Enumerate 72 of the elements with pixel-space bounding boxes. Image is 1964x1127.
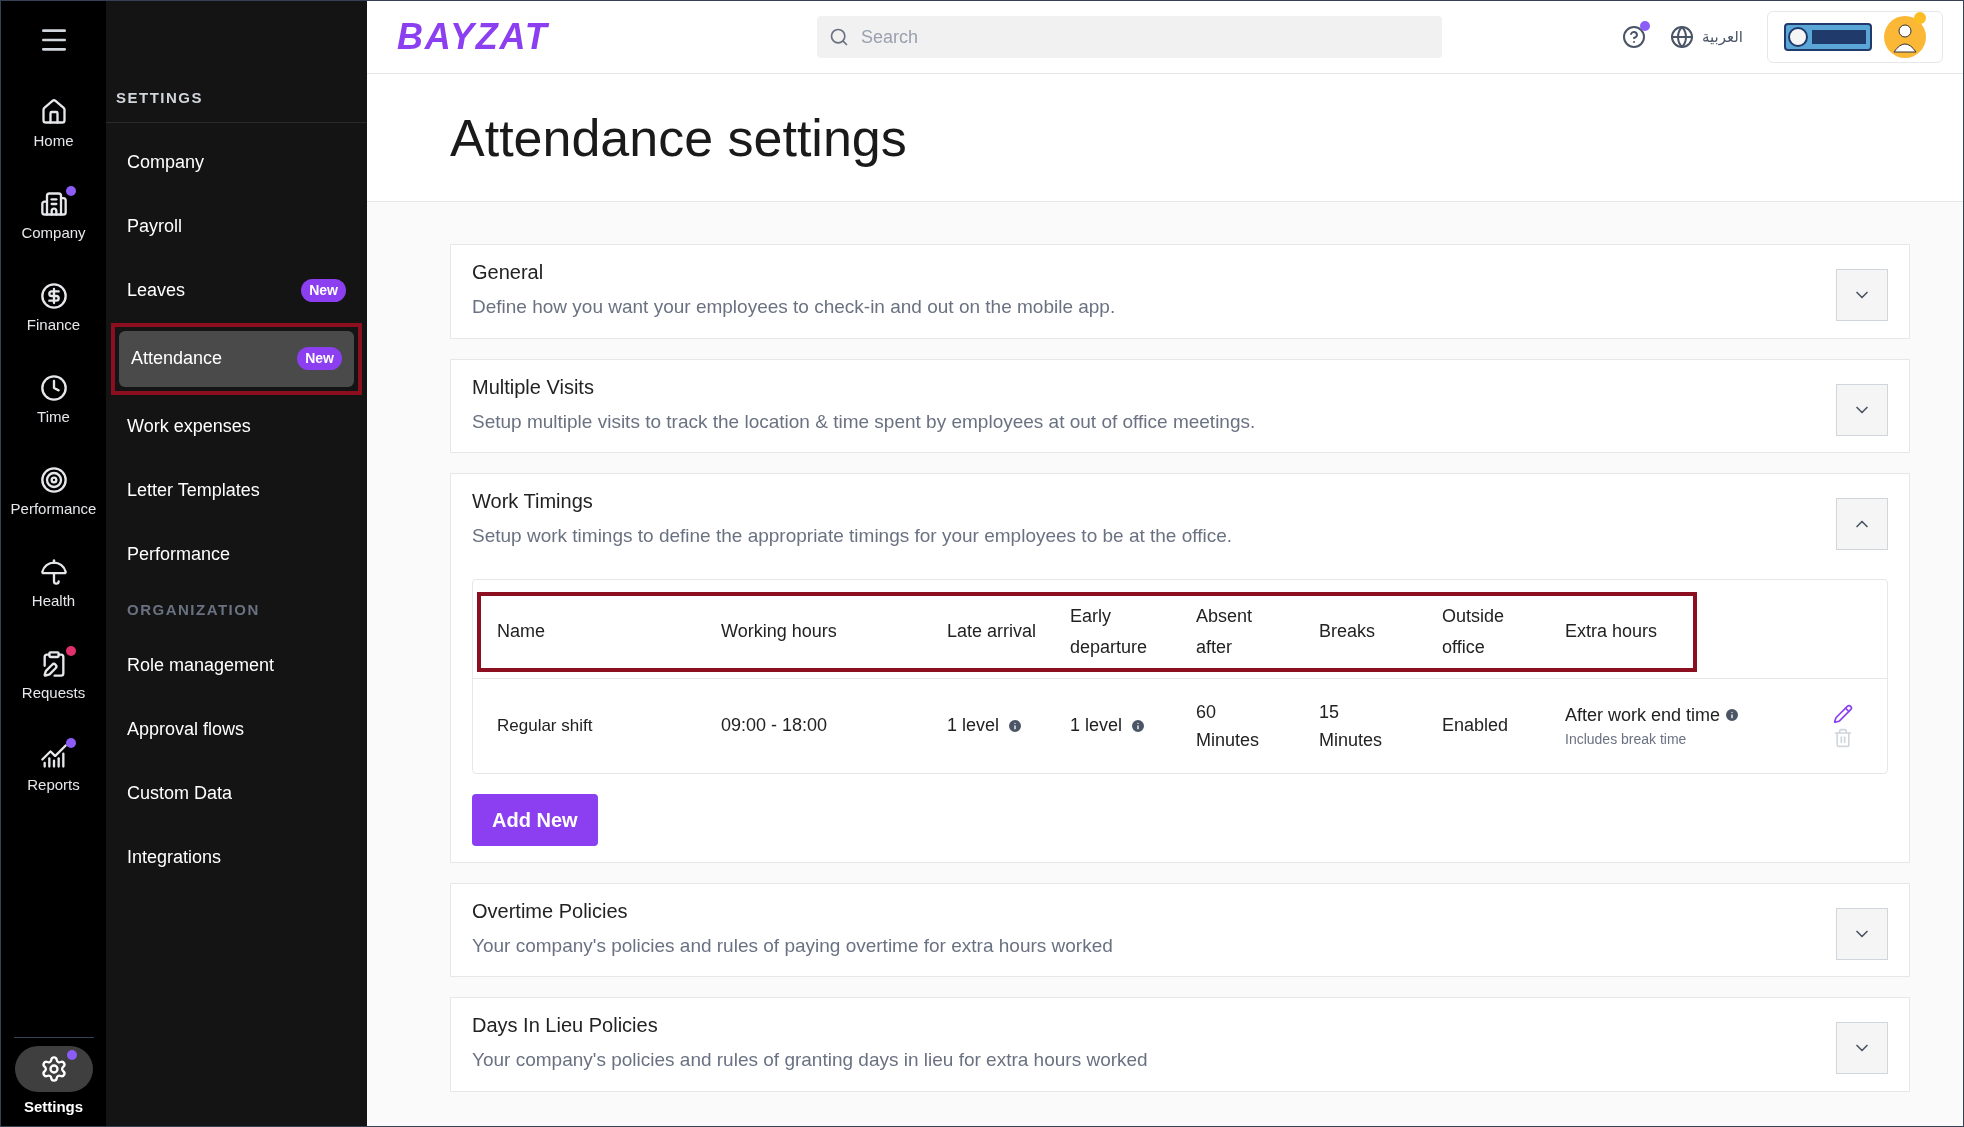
table-cell-text: 1 level bbox=[947, 714, 1000, 737]
new-badge: New bbox=[297, 347, 342, 370]
card-title: Multiple Visits bbox=[472, 374, 595, 400]
rail-item[interactable]: Requests bbox=[1, 631, 106, 723]
logo: BAYZAT bbox=[397, 15, 551, 59]
column-header: Breaks bbox=[1319, 620, 1377, 643]
column-header: Outside office bbox=[1442, 604, 1506, 659]
rail-item[interactable]: Performance bbox=[1, 447, 106, 539]
card-description: Your company's policies and rules of granting days in lieu for extra hours worked bbox=[472, 1048, 1148, 1072]
dollar-icon bbox=[39, 281, 68, 310]
card-description: Your company's policies and rules of paying overtime for extra hours worked bbox=[472, 933, 1113, 958]
card-title: Overtime Policies bbox=[472, 898, 629, 924]
card-title: Work Timings bbox=[472, 489, 594, 514]
sidebar-item[interactable]: Work expenses bbox=[115, 398, 358, 455]
rail-item[interactable]: Finance bbox=[1, 263, 106, 355]
column-header: Absent after bbox=[1196, 604, 1254, 659]
rail-item[interactable]: Reports bbox=[1, 723, 106, 815]
table-cell-text: After work end time bbox=[1565, 703, 1721, 727]
globe-icon bbox=[1670, 25, 1694, 49]
account-card[interactable] bbox=[1767, 11, 1943, 63]
umbrella-icon bbox=[39, 557, 68, 586]
clock-icon bbox=[39, 373, 68, 402]
column-header: Extra hours bbox=[1565, 620, 1659, 643]
new-badge: New bbox=[301, 279, 346, 302]
rail-item[interactable]: Health bbox=[1, 539, 106, 631]
sidebar-item[interactable]: Attendance New bbox=[119, 330, 354, 387]
column-header: Late arrival bbox=[947, 620, 1038, 643]
info-icon[interactable] bbox=[1007, 717, 1024, 734]
card-description: Setup multiple visits to track the location & time spent by employees at out of office meetings. bbox=[472, 409, 1256, 434]
table-cell-text: 1 level bbox=[1070, 714, 1123, 737]
language-link[interactable]: العربية bbox=[1702, 25, 1743, 49]
sidebar-item[interactable]: Performance bbox=[115, 526, 358, 583]
table-cell-text: Regular shift bbox=[497, 714, 594, 737]
target-icon bbox=[39, 465, 68, 494]
building-icon bbox=[39, 189, 68, 218]
sidebar-heading: ORGANIZATION bbox=[126, 599, 261, 620]
page-title: Attendance settings bbox=[450, 107, 907, 169]
rail-item[interactable]: Time bbox=[1, 355, 106, 447]
sidebar-item[interactable]: Leaves New bbox=[115, 262, 358, 319]
card-description: Setup work timings to define the appropriate timings for your employees to be at the office. bbox=[472, 524, 1233, 548]
chart-icon bbox=[39, 741, 68, 770]
card-title: Days In Lieu Policies bbox=[472, 1013, 659, 1038]
sidebar-item[interactable]: Payroll bbox=[115, 198, 358, 255]
sidebar-item[interactable]: Approval flows bbox=[115, 701, 358, 757]
sidebar-item[interactable]: Custom Data bbox=[115, 765, 358, 821]
settings-icon bbox=[39, 1054, 68, 1083]
info-icon[interactable] bbox=[1724, 707, 1741, 723]
rail-item[interactable]: Home bbox=[1, 79, 106, 171]
search-field[interactable]: Search bbox=[817, 16, 1442, 58]
sidebar-item[interactable]: Letter Templates bbox=[115, 462, 358, 519]
rail-item[interactable]: Company bbox=[1, 171, 106, 263]
table-cell-text: 15 Minutes bbox=[1319, 700, 1384, 752]
card-description: Define how you want your employees to check-in and out on the mobile app. bbox=[472, 295, 1116, 319]
add-new-button[interactable]: Add New bbox=[472, 793, 598, 846]
column-header: Early departure bbox=[1070, 604, 1149, 659]
card-title: General bbox=[472, 260, 545, 285]
house-icon bbox=[39, 97, 68, 126]
sidebar-item[interactable]: Role management bbox=[115, 637, 358, 693]
column-header: Name bbox=[497, 620, 546, 643]
sidebar-item[interactable]: Integrations bbox=[115, 829, 358, 885]
table-cell-text: 09:00 - 18:00 bbox=[721, 714, 829, 737]
settings-button[interactable] bbox=[14, 1045, 93, 1092]
sidebar-item[interactable]: Company bbox=[115, 134, 358, 191]
table-cell-text: Enabled bbox=[1442, 714, 1510, 737]
settings-label: Settings bbox=[23, 1096, 84, 1117]
avatar-icon bbox=[1884, 16, 1926, 58]
column-header: Working hours bbox=[721, 620, 838, 643]
info-icon[interactable] bbox=[1130, 717, 1147, 734]
cell-note: Includes break time bbox=[1565, 729, 1688, 749]
table-cell-text: 60 Minutes bbox=[1196, 700, 1261, 752]
edit-icon[interactable] bbox=[1833, 703, 1853, 724]
search-icon bbox=[829, 27, 849, 47]
